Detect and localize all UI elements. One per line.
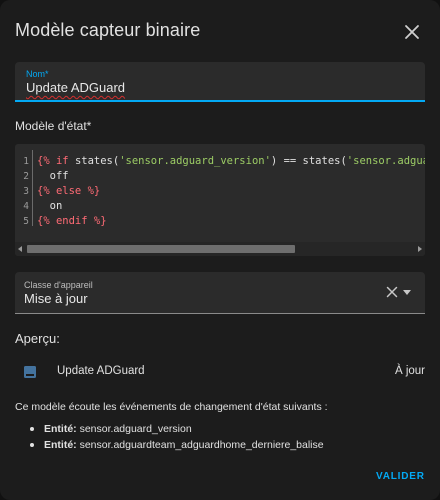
line-number-gutter: 1 2 3 4 5 — [15, 154, 29, 229]
code-line: {% else %} — [37, 184, 425, 199]
preview-entity-name: Update ADGuard — [57, 365, 145, 377]
code-line: on — [37, 199, 425, 214]
state-template-label: Modèle d'état* — [15, 119, 92, 133]
preview-entity-row[interactable]: Update ADGuard À jour — [15, 358, 425, 386]
device-class-value: Mise à jour — [24, 291, 88, 306]
code-token: {% if — [37, 155, 75, 167]
listener-value: sensor.adguard_version — [79, 423, 192, 435]
listener-value: sensor.adguardteam_adguardhome_derniere_… — [79, 439, 324, 451]
name-field-label: Nom* — [26, 69, 49, 79]
scrollbar-thumb[interactable] — [27, 245, 295, 253]
preview-entity-state: À jour — [394, 365, 425, 377]
listener-label: Entité: — [44, 439, 77, 451]
dialog-header: Modèle capteur binaire — [0, 0, 440, 60]
device-class-label: Classe d'appareil — [24, 280, 93, 290]
line-number: 1 — [23, 156, 29, 167]
scroll-right-arrow-icon[interactable] — [418, 246, 422, 252]
device-class-underline — [15, 313, 425, 314]
code-token: off — [37, 170, 69, 182]
preview-heading: Aperçu: — [15, 331, 60, 346]
close-icon[interactable] — [402, 22, 422, 42]
code-token: on — [37, 200, 63, 212]
code-line: off — [37, 169, 425, 184]
name-field-value: Update ADGuard — [26, 80, 126, 95]
code-token: states( — [302, 155, 347, 167]
code-token: 'sensor.adguard_version' — [119, 155, 271, 167]
code-token: 'sensor.adguardt — [346, 155, 425, 167]
template-dialog: Modèle capteur binaire Nom* Update ADGua… — [0, 0, 440, 500]
line-number: 5 — [23, 216, 29, 227]
list-item: Entité: sensor.adguard_version — [30, 421, 324, 437]
listener-label: Entité: — [44, 423, 77, 435]
listeners-list: Entité: sensor.adguard_version Entité: s… — [30, 421, 324, 453]
name-field[interactable]: Nom* Update ADGuard — [15, 62, 425, 102]
list-item: Entité: sensor.adguardteam_adguardhome_d… — [30, 437, 324, 453]
name-field-underline — [15, 100, 425, 102]
code-token: ) == — [270, 155, 303, 167]
code-token: {% else %} — [37, 185, 101, 197]
chevron-down-icon[interactable] — [403, 290, 411, 295]
code-token: {% endif %} — [37, 215, 107, 227]
line-number: 3 — [23, 186, 29, 197]
line-number: 4 — [23, 201, 29, 212]
dialog-title: Modèle capteur binaire — [15, 20, 201, 40]
code-line: {% if states('sensor.adguard_version') =… — [37, 154, 425, 169]
code-content[interactable]: {% if states('sensor.adguard_version') =… — [37, 154, 425, 229]
code-line: {% endif %} — [37, 214, 425, 229]
name-field-input[interactable]: Update ADGuard — [26, 80, 125, 95]
scroll-left-arrow-icon[interactable] — [18, 246, 22, 252]
clear-icon[interactable] — [385, 285, 399, 299]
package-icon — [24, 366, 36, 378]
device-class-select[interactable]: Classe d'appareil Mise à jour — [15, 272, 425, 314]
validate-button[interactable]: VALIDER — [376, 471, 425, 482]
code-editor[interactable]: 12345 {% if states('sensor.adguard_versi… — [15, 144, 425, 256]
line-number: 2 — [23, 171, 29, 182]
listeners-intro: Ce modèle écoute les événements de chang… — [15, 401, 328, 413]
horizontal-scrollbar[interactable] — [15, 242, 425, 256]
gutter-divider — [32, 150, 33, 226]
code-token: states( — [74, 155, 120, 167]
